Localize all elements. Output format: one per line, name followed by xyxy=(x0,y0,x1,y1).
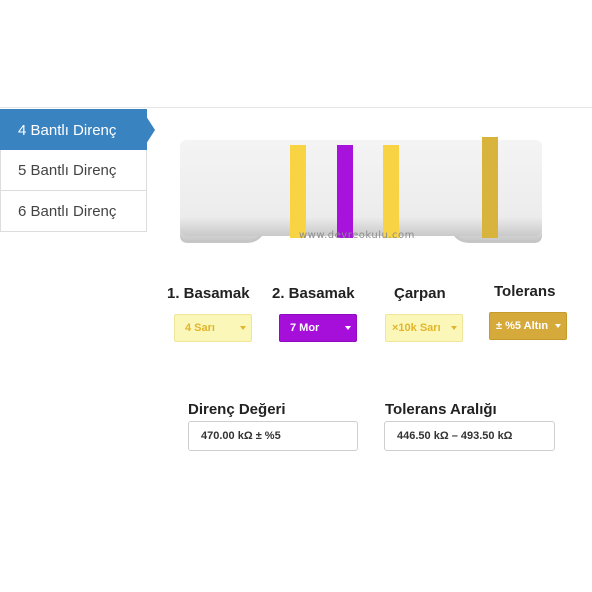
digit-1-value: 4 Sarı xyxy=(185,322,215,334)
tolerance-range-label: Tolerans Aralığı xyxy=(385,401,497,418)
band-3 xyxy=(383,145,399,238)
top-divider xyxy=(0,107,592,108)
multiplier-label: Çarpan xyxy=(394,285,446,302)
tab-5-band[interactable]: 5 Bantlı Direnç xyxy=(0,150,147,191)
multiplier-value: ×10k Sarı xyxy=(392,322,441,334)
resistor-illustration: www.devreokulu.com xyxy=(174,134,548,246)
chevron-down-icon xyxy=(555,324,561,328)
tolerance-value: ± %5 Altın xyxy=(496,320,549,332)
multiplier-select[interactable]: ×10k Sarı xyxy=(385,314,463,342)
resistance-value-label: Direnç Değeri xyxy=(188,401,286,418)
digit-2-select[interactable]: 7 Mor xyxy=(279,314,357,342)
band-1 xyxy=(290,145,306,238)
tolerance-select[interactable]: ± %5 Altın xyxy=(489,312,567,340)
tolerance-label: Tolerans xyxy=(494,283,556,300)
watermark-text: www.devreokulu.com xyxy=(299,230,415,241)
digit-1-select[interactable]: 4 Sarı xyxy=(174,314,252,342)
chevron-down-icon xyxy=(451,326,457,330)
band-2 xyxy=(337,145,353,238)
tab-4-band[interactable]: 4 Bantlı Direnç xyxy=(0,109,155,150)
digit-1-label: 1. Basamak xyxy=(167,285,250,302)
digit-2-value: 7 Mor xyxy=(290,322,320,334)
tolerance-range-field[interactable]: 446.50 kΩ – 493.50 kΩ xyxy=(384,421,555,451)
chevron-down-icon xyxy=(240,326,246,330)
band-count-tabs: 4 Bantlı Direnç 5 Bantlı Direnç 6 Bantlı… xyxy=(0,109,155,232)
digit-2-label: 2. Basamak xyxy=(272,285,355,302)
band-4-tolerance xyxy=(482,137,498,238)
chevron-down-icon xyxy=(345,326,351,330)
resistance-value-field[interactable]: 470.00 kΩ ± %5 xyxy=(188,421,358,451)
tab-6-band[interactable]: 6 Bantlı Direnç xyxy=(0,191,147,232)
